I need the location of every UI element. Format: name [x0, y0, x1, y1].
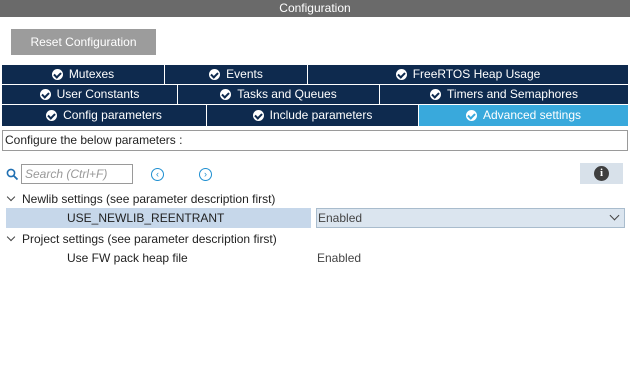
group-label: Project settings (see parameter descript… [22, 232, 277, 246]
group-newlib-settings[interactable]: Newlib settings (see parameter descripti… [6, 190, 275, 208]
tab-label: Advanced settings [482, 108, 582, 122]
check-circle-icon [252, 110, 264, 121]
check-circle-icon [430, 89, 442, 100]
check-circle-icon [51, 69, 63, 80]
check-circle-icon [220, 89, 232, 100]
tab-label: Tasks and Queues [237, 87, 337, 101]
tab-label: Include parameters [269, 108, 373, 122]
tab-bar: Mutexes Events FreeRTOS Heap Usage User … [2, 65, 628, 126]
param-row[interactable]: USE_NEWLIB_REENTRANT Enabled [6, 208, 625, 228]
check-circle-icon [46, 110, 58, 121]
tab-label: Timers and Semaphores [447, 87, 578, 101]
chevron-right-circle-icon[interactable]: › [199, 168, 212, 181]
tab-row-1: Mutexes Events FreeRTOS Heap Usage [2, 65, 628, 85]
param-name: Use FW pack heap file [67, 251, 188, 265]
tab-events[interactable]: Events [165, 65, 308, 84]
window-title: Configuration [0, 0, 630, 17]
search-input[interactable] [21, 164, 133, 184]
info-button[interactable]: i [580, 163, 623, 184]
tab-label: FreeRTOS Heap Usage [412, 67, 541, 81]
param-name: USE_NEWLIB_REENTRANT [6, 208, 311, 228]
tab-tasks-and-queues[interactable]: Tasks and Queues [178, 85, 380, 104]
tab-include-parameters[interactable]: Include parameters [207, 105, 419, 126]
tab-freertos-heap-usage[interactable]: FreeRTOS Heap Usage [308, 65, 628, 84]
tab-mutexes[interactable]: Mutexes [2, 65, 165, 84]
tab-label: Config parameters [63, 108, 162, 122]
magnifier-icon[interactable] [6, 168, 19, 181]
chevron-down-icon [6, 192, 16, 202]
check-circle-icon [465, 110, 477, 121]
chevron-left-circle-icon[interactable]: ‹ [151, 168, 164, 181]
tab-user-constants[interactable]: User Constants [2, 85, 178, 104]
info-icon: i [594, 166, 609, 181]
reset-configuration-button[interactable]: Reset Configuration [11, 29, 156, 55]
group-label: Newlib settings (see parameter descripti… [22, 192, 276, 206]
tab-label: Events [226, 67, 263, 81]
param-value: Enabled [317, 251, 362, 265]
check-circle-icon [209, 69, 221, 80]
tab-config-parameters[interactable]: Config parameters [2, 105, 207, 126]
chevron-down-icon[interactable] [609, 210, 620, 221]
panel-header: Configure the below parameters : [2, 130, 628, 151]
tab-advanced-settings[interactable]: Advanced settings [419, 105, 628, 126]
tab-label: User Constants [56, 87, 140, 101]
tab-row-3: Config parameters Include parameters Adv… [2, 105, 628, 126]
tab-timers-and-semaphores[interactable]: Timers and Semaphores [380, 85, 628, 104]
param-value-select[interactable]: Enabled [316, 208, 625, 228]
check-circle-icon [39, 89, 51, 100]
tab-row-2: User Constants Tasks and Queues Timers a… [2, 85, 628, 105]
tab-label: Mutexes [68, 67, 115, 81]
group-project-settings[interactable]: Project settings (see parameter descript… [6, 230, 277, 248]
search-area [6, 164, 133, 184]
chevron-down-icon [6, 232, 16, 242]
param-row[interactable]: Use FW pack heap file Enabled [6, 248, 625, 268]
check-circle-icon [395, 69, 407, 80]
param-value: Enabled [318, 211, 363, 225]
